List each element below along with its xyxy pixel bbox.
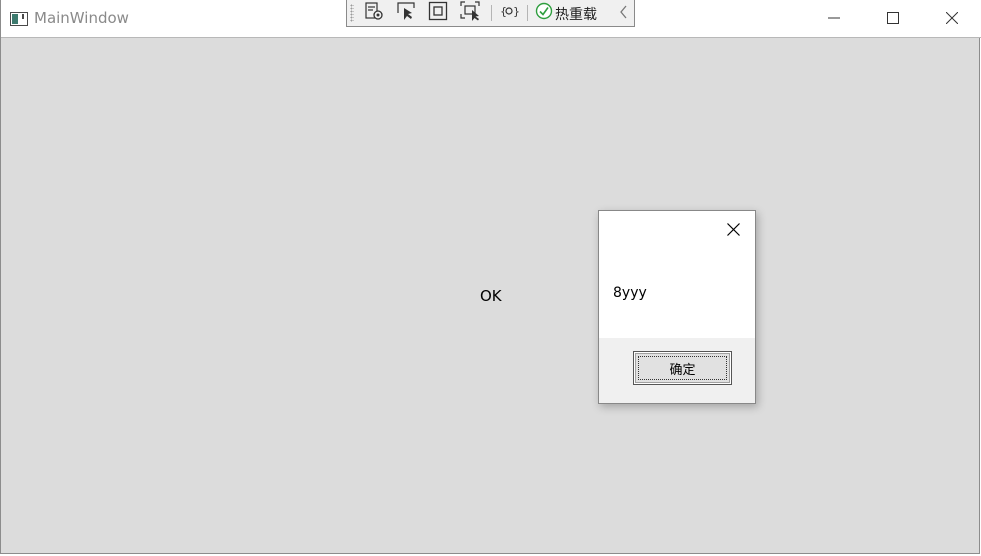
maximize-button[interactable] [870,0,916,37]
live-visual-tree-icon [364,1,384,25]
minimize-button[interactable] [811,0,857,37]
toolbar-grip-handle[interactable] [350,4,354,22]
hot-reload-label[interactable]: 热重载 [555,4,597,24]
binding-failures-icon: { } [499,3,520,23]
maximize-icon [887,9,899,28]
track-focused-element-button[interactable] [459,1,483,25]
select-element-button[interactable] [394,2,418,24]
display-layout-adorners-icon [428,1,448,25]
chevron-left-icon [619,4,629,23]
xaml-debug-toolbar: { } 热重载 [346,0,635,27]
dialog-close-button[interactable] [719,218,747,242]
close-button[interactable] [929,0,975,37]
live-visual-tree-button[interactable] [362,2,386,24]
binding-failures-button[interactable]: { } [497,2,521,24]
dialog-button-bar: 确定 [599,338,755,403]
select-element-icon [396,1,416,25]
close-icon [726,221,740,240]
confirm-button-label: 确定 [669,362,696,378]
minimize-icon [828,9,840,28]
track-focused-element-icon [460,1,482,25]
check-circle-icon [535,2,553,24]
hot-reload-status[interactable] [532,2,556,24]
collapse-toolbar-button[interactable] [612,2,636,24]
message-box-dialog: 8yyy 确定 [598,210,756,404]
ok-text-label: OK [480,287,502,305]
toolbar-separator [527,5,528,21]
confirm-button[interactable]: 确定 [633,351,732,385]
window-title: MainWindow [34,9,129,27]
svg-text:}: } [513,5,519,18]
display-layout-adorners-button[interactable] [426,1,450,25]
app-window-icon [10,11,28,30]
close-icon [945,9,959,28]
main-window: MainWindow {热重载 OK 8yyy 确定 [0,0,981,554]
dialog-message-text: 8yyy [613,285,647,301]
toolbar-separator [491,5,492,21]
